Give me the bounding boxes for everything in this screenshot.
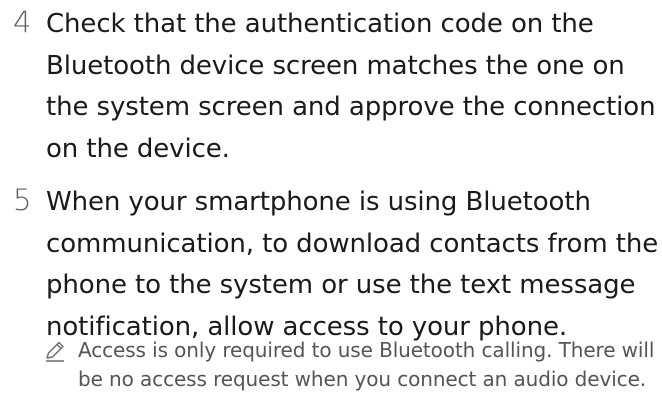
- step-text: Check that the authentication code on th…: [46, 9, 656, 164]
- step-number: 4: [13, 5, 32, 39]
- pencil-note-icon: [46, 341, 64, 362]
- step-text: When your smartphone is using Bluetooth …: [46, 187, 659, 342]
- note-text: Access is only required to use Bluetooth…: [78, 338, 655, 391]
- step-number: 5: [13, 183, 32, 217]
